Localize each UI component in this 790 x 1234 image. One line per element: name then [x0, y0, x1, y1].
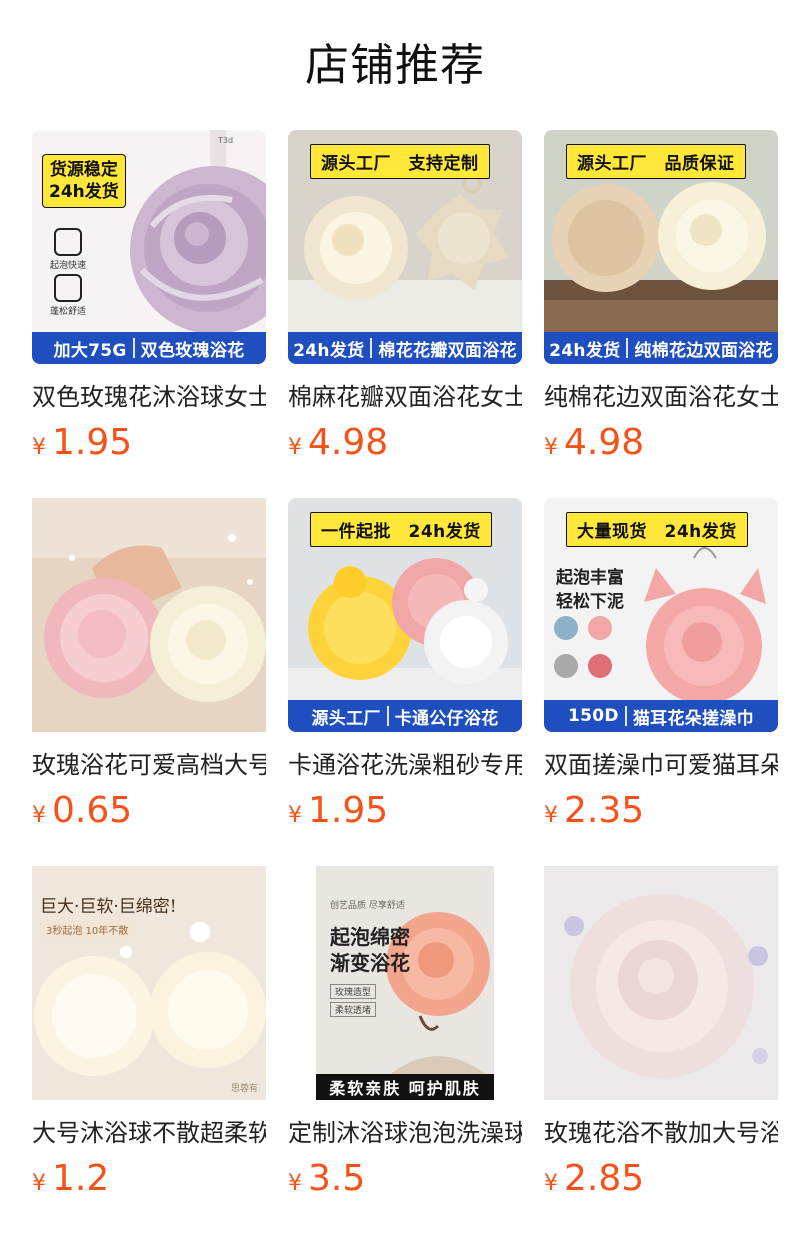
bubbles-icon	[54, 228, 82, 256]
product-price: ¥ 1.95	[32, 422, 266, 463]
product-price: ¥ 1.2	[32, 1158, 266, 1199]
price-value: 0.65	[52, 790, 133, 831]
product-banner: 24h发货 棉花花瓣双面浴花	[288, 332, 522, 364]
product-card[interactable]: 巨大·巨软·巨绵密! 3秒起泡 10年不散 思蓉有 大号沐浴球不散超柔软 ¥ 1…	[32, 866, 266, 1234]
product-title[interactable]: 双面搓澡巾可爱猫耳朵	[544, 748, 778, 782]
feature-text: 起泡丰富 轻松下泥	[556, 568, 624, 612]
product-title[interactable]: 棉麻花瓣双面浴花女士	[288, 380, 522, 414]
poster-footer: 柔软亲肤 呵护肌肤	[316, 1074, 494, 1100]
product-card[interactable]: 一件起批 24h发货 源头工厂 卡通公仔浴花 卡通浴花洗澡粗砂专用 ¥ 1.95	[288, 498, 522, 866]
price-value: 1.95	[308, 790, 389, 831]
product-card[interactable]: 玫瑰花浴不散加大号浴花 ¥ 2.85	[544, 866, 778, 1234]
product-card[interactable]: 大量现货 24h发货 起泡丰富 轻松下泥 150D 猫耳花朵搓澡巾 双面搓澡巾可…	[544, 498, 778, 866]
divider	[370, 338, 373, 358]
feature-item: 起泡快速	[48, 228, 88, 271]
currency-symbol: ¥	[544, 435, 558, 460]
product-title[interactable]: 玫瑰浴花可爱高档大号	[32, 748, 266, 782]
product-card[interactable]: T3d 货源稳定 24h发货 起泡快速 蓬松舒适 加大75G 双色玫瑰浴花 双色…	[32, 130, 266, 498]
poster-tag: 玫瑰造型	[330, 984, 377, 999]
page-title: 店铺推荐	[305, 40, 485, 91]
promo-badge: 一件起批 24h发货	[310, 512, 492, 547]
product-price: ¥ 1.95	[288, 790, 522, 831]
pink-rose-pouf-illustration	[544, 866, 778, 1100]
badge-line: 货源稳定	[49, 160, 118, 180]
product-image[interactable]	[32, 498, 266, 732]
price-value: 4.98	[308, 422, 389, 463]
currency-symbol: ¥	[544, 1171, 558, 1196]
tag-label: T3d	[218, 136, 234, 145]
price-value: 1.2	[52, 1158, 110, 1199]
poster-headline: 起泡绵密 渐变浴花	[330, 925, 410, 975]
overlay-title: 巨大·巨软·巨绵密!	[40, 897, 177, 917]
product-image[interactable]: 源头工厂 品质保证 24h发货 纯棉花边双面浴花	[544, 130, 778, 364]
price-value: 3.5	[308, 1158, 366, 1199]
currency-symbol: ¥	[288, 803, 302, 828]
poster-subtitle: 创艺品质 尽享舒适	[330, 901, 405, 911]
currency-symbol: ¥	[288, 1171, 302, 1196]
overlay-pill: 3秒起泡 10年不散	[40, 920, 135, 939]
product-card[interactable]: 玫瑰浴花可爱高档大号 ¥ 0.65	[32, 498, 266, 866]
section-header: 店铺推荐	[0, 0, 790, 130]
currency-symbol: ¥	[288, 435, 302, 460]
product-card[interactable]: 源头工厂 品质保证 24h发货 纯棉花边双面浴花 纯棉花边双面浴花女士 ¥ 4.…	[544, 130, 778, 498]
promo-badge: 货源稳定 24h发货	[42, 154, 126, 208]
product-banner: 150D 猫耳花朵搓澡巾	[544, 700, 778, 732]
product-card[interactable]: 创艺品质 尽享舒适 起泡绵密 渐变浴花 玫瑰造型 柔软透堵 柔软亲肤 呵护肌肤 …	[288, 866, 522, 1234]
product-title[interactable]: 大号沐浴球不散超柔软	[32, 1116, 266, 1150]
divider	[386, 706, 389, 726]
product-image[interactable]: 创艺品质 尽享舒适 起泡绵密 渐变浴花 玫瑰造型 柔软透堵 柔软亲肤 呵护肌肤	[288, 866, 522, 1100]
currency-symbol: ¥	[32, 435, 46, 460]
product-price: ¥ 0.65	[32, 790, 266, 831]
product-title[interactable]: 卡通浴花洗澡粗砂专用	[288, 748, 522, 782]
product-price: ¥ 4.98	[544, 422, 778, 463]
promo-badge: 大量现货 24h发货	[566, 512, 748, 547]
price-value: 1.95	[52, 422, 133, 463]
product-grid: T3d 货源稳定 24h发货 起泡快速 蓬松舒适 加大75G 双色玫瑰浴花 双色…	[0, 130, 790, 1234]
poster-tag: 柔软透堵	[330, 1002, 377, 1017]
badge-line: 24h发货	[49, 182, 119, 202]
price-value: 2.35	[564, 790, 645, 831]
product-image[interactable]: 源头工厂 支持定制 24h发货 棉花花瓣双面浴花	[288, 130, 522, 364]
divider	[624, 706, 627, 726]
promo-badge: 源头工厂 支持定制	[310, 144, 490, 179]
product-price: ¥ 3.5	[288, 1158, 522, 1199]
product-card[interactable]: 源头工厂 支持定制 24h发货 棉花花瓣双面浴花 棉麻花瓣双面浴花女士 ¥ 4.…	[288, 130, 522, 498]
divider	[132, 338, 135, 358]
product-title[interactable]: 双色玫瑰花沐浴球女士	[32, 380, 266, 414]
product-image[interactable]: 一件起批 24h发货 源头工厂 卡通公仔浴花	[288, 498, 522, 732]
product-image[interactable]: 巨大·巨软·巨绵密! 3秒起泡 10年不散 思蓉有	[32, 866, 266, 1100]
product-banner: 加大75G 双色玫瑰浴花	[32, 332, 266, 364]
feature-item: 蓬松舒适	[48, 274, 88, 317]
product-title[interactable]: 纯棉花边双面浴花女士	[544, 380, 778, 414]
product-title[interactable]: 定制沐浴球泡泡洗澡球	[288, 1116, 522, 1150]
cloud-icon	[54, 274, 82, 302]
hand-holding-rose-pouf-illustration	[32, 498, 266, 732]
watermark: 思蓉有	[230, 1084, 258, 1094]
promo-badge: 源头工厂 品质保证	[566, 144, 746, 179]
price-value: 4.98	[564, 422, 645, 463]
product-banner: 源头工厂 卡通公仔浴花	[288, 700, 522, 732]
product-image[interactable]: 大量现货 24h发货 起泡丰富 轻松下泥 150D 猫耳花朵搓澡巾	[544, 498, 778, 732]
product-price: ¥ 4.98	[288, 422, 522, 463]
product-image[interactable]	[544, 866, 778, 1100]
price-value: 2.85	[564, 1158, 645, 1199]
product-price: ¥ 2.85	[544, 1158, 778, 1199]
currency-symbol: ¥	[32, 1171, 46, 1196]
currency-symbol: ¥	[32, 803, 46, 828]
product-banner: 24h发货 纯棉花边双面浴花	[544, 332, 778, 364]
currency-symbol: ¥	[544, 803, 558, 828]
gradient-rose-poster-illustration	[288, 866, 522, 1100]
product-price: ¥ 2.35	[544, 790, 778, 831]
divider	[626, 338, 629, 358]
product-title[interactable]: 玫瑰花浴不散加大号浴花	[544, 1116, 778, 1150]
product-image[interactable]: T3d 货源稳定 24h发货 起泡快速 蓬松舒适 加大75G 双色玫瑰浴花	[32, 130, 266, 364]
